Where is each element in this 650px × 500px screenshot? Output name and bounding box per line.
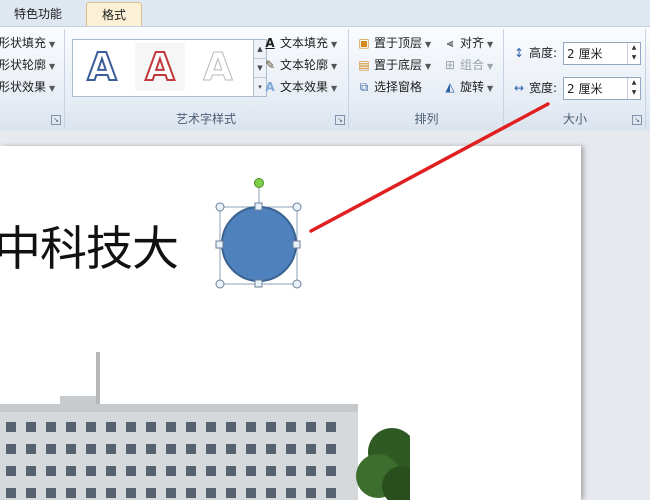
- canvas-overlay: [215, 102, 550, 289]
- circle-shape[interactable]: [221, 206, 297, 282]
- resize-handle-bottom-left[interactable]: [215, 279, 225, 289]
- resize-handle-top-left[interactable]: [215, 202, 225, 212]
- annotation-arrow-line: [309, 102, 550, 233]
- resize-handle-bottom-right[interactable]: [292, 279, 302, 289]
- resize-handle-left[interactable]: [215, 240, 224, 249]
- resize-handle-top[interactable]: [254, 202, 263, 211]
- resize-handle-bottom[interactable]: [254, 279, 263, 288]
- resize-handle-right[interactable]: [292, 240, 301, 249]
- resize-handle-top-right[interactable]: [292, 202, 302, 212]
- rotation-handle-icon[interactable]: [254, 178, 264, 188]
